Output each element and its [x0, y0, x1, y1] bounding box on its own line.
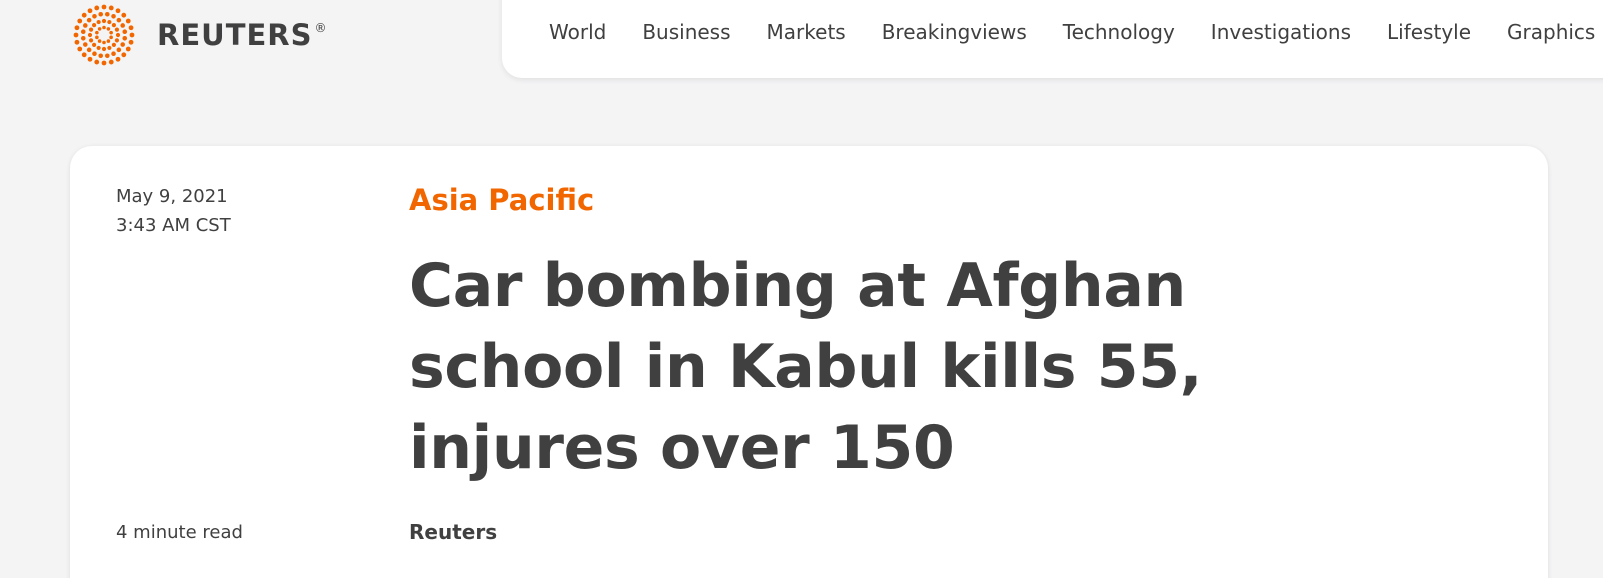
- registered-mark: ®: [314, 20, 328, 35]
- nav-item-business[interactable]: Business: [642, 22, 730, 42]
- logo-wordmark: REUTERS ®: [157, 17, 328, 52]
- read-time: 4 minute read: [116, 522, 243, 543]
- article-byline[interactable]: Reuters: [409, 520, 497, 544]
- section-link[interactable]: Asia Pacific: [409, 186, 594, 215]
- article-date: May 9, 2021: [116, 186, 228, 207]
- nav-item-lifestyle[interactable]: Lifestyle: [1387, 22, 1471, 42]
- article-headline: Car bombing at Afghan school in Kabul ki…: [409, 251, 1203, 483]
- nav-item-graphics[interactable]: Graphics: [1507, 22, 1595, 42]
- reuters-logo[interactable]: REUTERS ®: [70, 2, 328, 68]
- nav-item-technology[interactable]: Technology: [1063, 22, 1175, 42]
- main-nav: World Business Markets Breakingviews Tec…: [502, 0, 1603, 78]
- reuters-dot-logo-icon: [73, 4, 135, 66]
- nav-item-markets[interactable]: Markets: [767, 22, 846, 42]
- page: REUTERS ® World Business Markets Breaking…: [0, 0, 1603, 578]
- nav-item-investigations[interactable]: Investigations: [1211, 22, 1351, 42]
- article-time: 3:43 AM CST: [116, 215, 231, 236]
- article-dateline: May 9, 2021 3:43 AM CST: [116, 182, 231, 240]
- nav-item-breakingviews[interactable]: Breakingviews: [882, 22, 1027, 42]
- nav-items: World Business Markets Breakingviews Tec…: [549, 22, 1603, 42]
- article-card: May 9, 2021 3:43 AM CST 4 minute read As…: [70, 146, 1548, 578]
- nav-item-world[interactable]: World: [549, 22, 606, 42]
